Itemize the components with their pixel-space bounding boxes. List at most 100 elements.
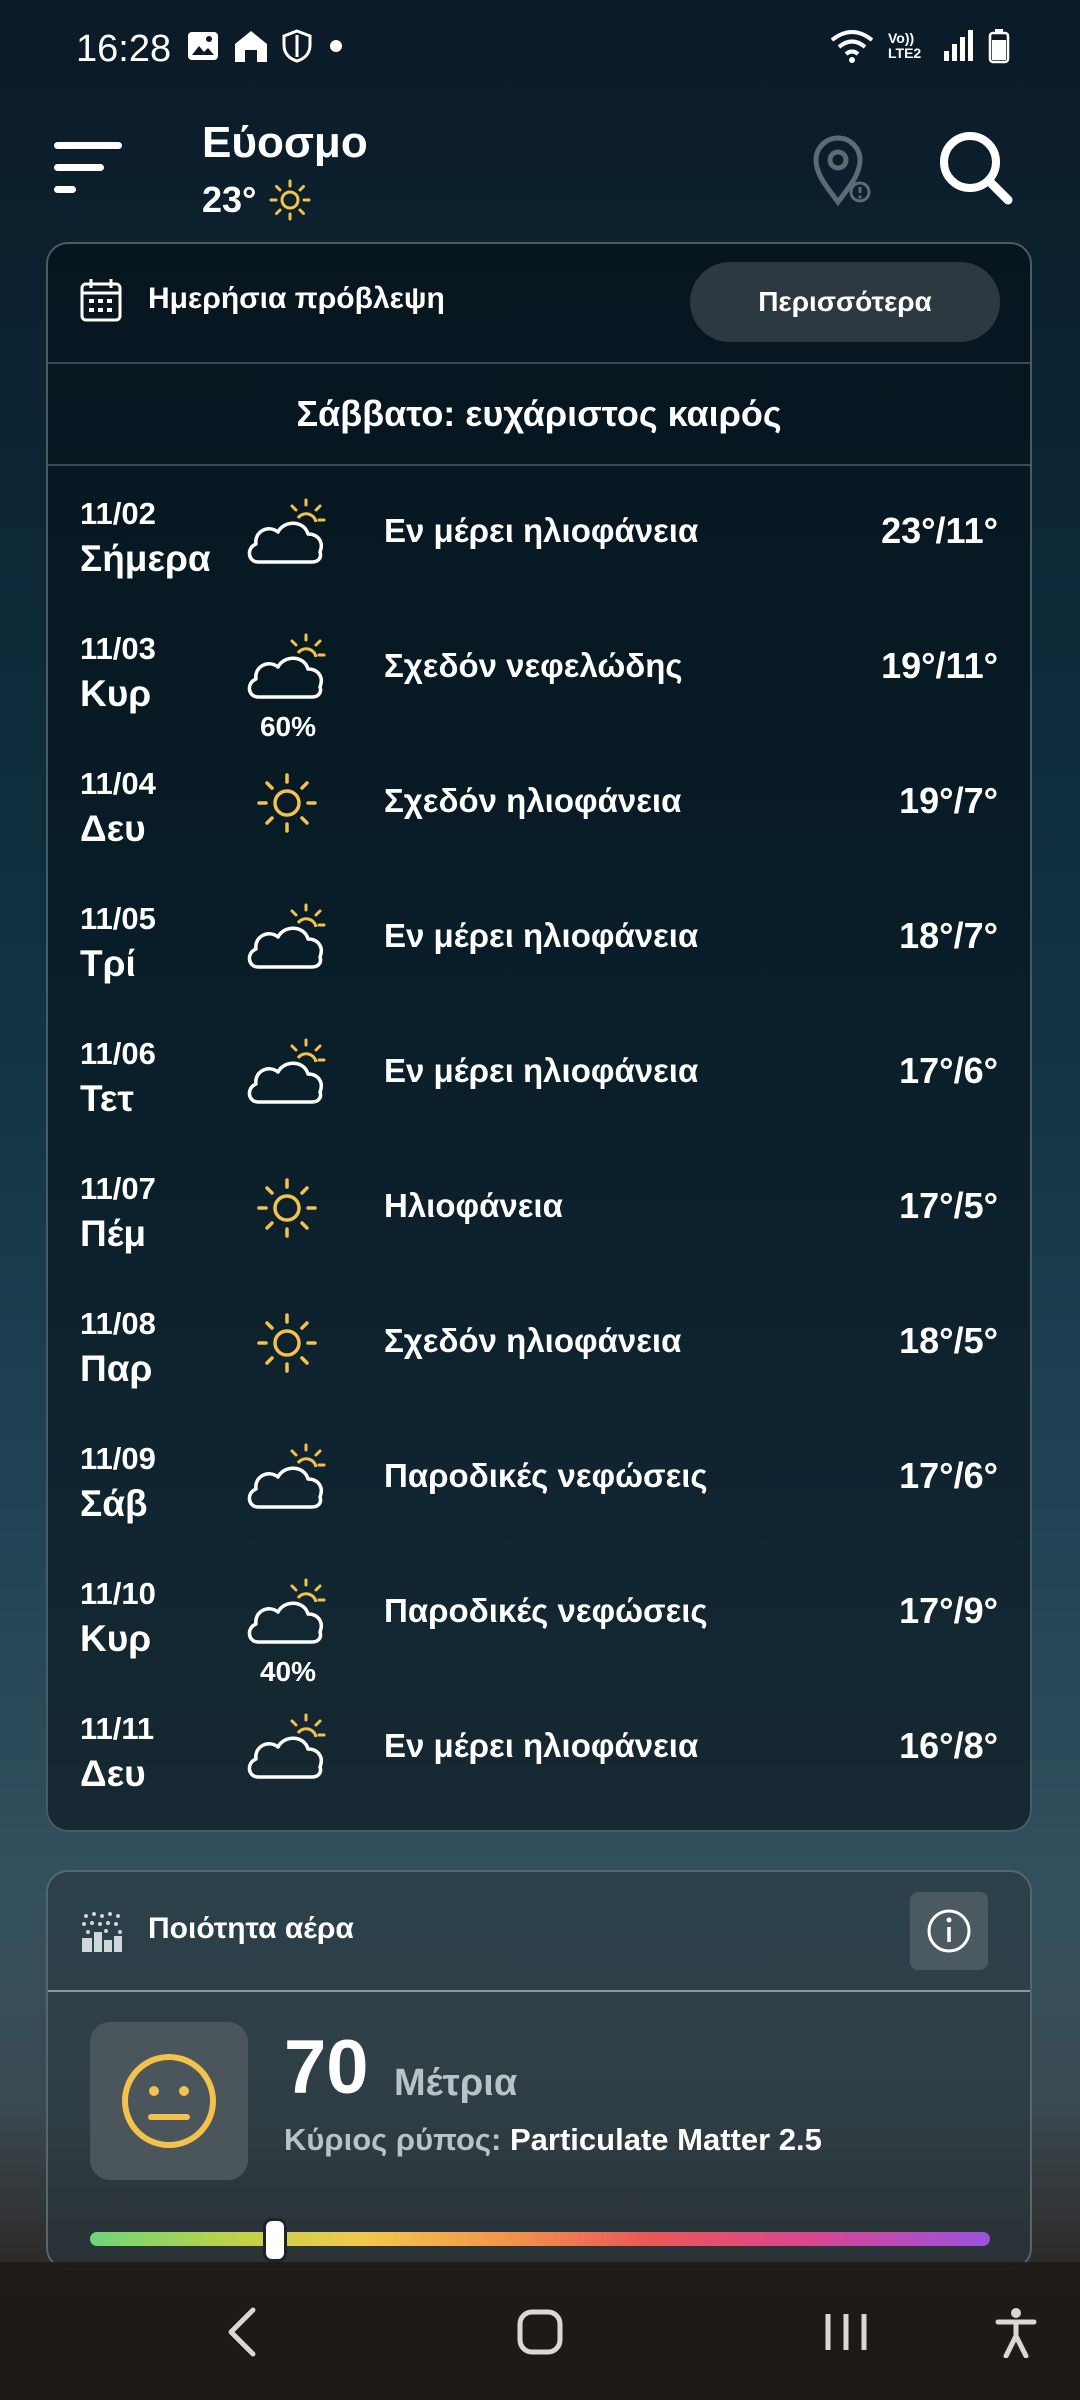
main-pollutant-label: Κύριος ρύπος: bbox=[284, 2122, 502, 2157]
forecast-row[interactable]: 11/03 Κυρ 60% Σχεδόν νεφελώδης 19°/11° bbox=[48, 601, 1030, 742]
forecast-date: 11/07 bbox=[80, 1171, 156, 1206]
shield-icon bbox=[282, 29, 312, 63]
menu-icon bbox=[54, 142, 122, 193]
current-temperature: 23° bbox=[202, 178, 312, 222]
forecast-row[interactable]: 11/04 Δευ Σχεδόν ηλιοφάνεια 19°/7° bbox=[48, 736, 1030, 871]
partly-cloudy-icon bbox=[247, 1713, 326, 1779]
forecast-row[interactable]: 11/09 Σάβ Παροδικές νεφώσεις 17°/6° bbox=[48, 1411, 1030, 1546]
main-pollutant: Κύριος ρύπος: Particulate Matter 2.5 bbox=[284, 2122, 822, 2158]
forecast-weather-icon bbox=[244, 1441, 330, 1515]
recents-button[interactable] bbox=[816, 2302, 876, 2362]
partly-cloudy-icon bbox=[247, 1443, 326, 1509]
more-button[interactable]: Περισσότερα bbox=[690, 262, 1000, 342]
forecast-weather-icon bbox=[244, 496, 330, 570]
forecast-date: 11/04 bbox=[80, 766, 156, 801]
daily-forecast-card: Ημερήσια πρόβλεψη Περισσότερα Σάββατο: ε… bbox=[46, 242, 1032, 1832]
forecast-condition: Σχεδόν ηλιοφάνεια bbox=[384, 1322, 682, 1359]
search-button[interactable] bbox=[936, 128, 1016, 208]
daily-forecast-header: Ημερήσια πρόβλεψη Περισσότερα bbox=[48, 244, 1030, 364]
forecast-row[interactable]: 11/11 Δευ Εν μέρει ηλιοφάνεια 16°/8° bbox=[48, 1681, 1030, 1816]
partly-cloudy-icon bbox=[247, 1038, 326, 1104]
sun-icon bbox=[257, 1178, 317, 1238]
current-temp-value: 23° bbox=[202, 179, 257, 220]
forecast-date: 11/11 bbox=[80, 1711, 155, 1746]
forecast-date: 11/05 bbox=[80, 901, 156, 936]
menu-button[interactable] bbox=[54, 138, 126, 198]
aqi-scale-bar bbox=[90, 2218, 990, 2262]
wifi-icon bbox=[830, 30, 874, 63]
dot-icon bbox=[330, 40, 342, 52]
forecast-date: 11/03 bbox=[80, 631, 156, 666]
air-quality-header: Ποιότητα αέρα bbox=[48, 1872, 1030, 1992]
forecast-weather-icon bbox=[244, 766, 330, 840]
status-bar: 16:28 Vo)) LTE2 bbox=[0, 0, 1080, 100]
forecast-condition: Εν μέρει ηλιοφάνεια bbox=[384, 1052, 699, 1089]
main-pollutant-value: Particulate Matter 2.5 bbox=[510, 2122, 822, 2157]
partly-cloudy-icon bbox=[247, 633, 326, 699]
forecast-day: Σήμερα bbox=[80, 538, 211, 579]
forecast-row[interactable]: 11/05 Τρί Εν μέρει ηλιοφάνεια 18°/7° bbox=[48, 871, 1030, 1006]
forecast-day: Πέμ bbox=[80, 1213, 147, 1254]
accessibility-button[interactable] bbox=[986, 2302, 1046, 2362]
forecast-row[interactable]: 11/07 Πέμ Ηλιοφάνεια 17°/5° bbox=[48, 1141, 1030, 1276]
air-quality-icon bbox=[82, 1912, 122, 1952]
forecast-row[interactable]: 11/08 Παρ Σχεδόν ηλιοφάνεια 18°/5° bbox=[48, 1276, 1030, 1411]
image-icon bbox=[188, 32, 218, 60]
location-button[interactable] bbox=[808, 130, 878, 210]
forecast-day: Κυρ bbox=[80, 673, 152, 714]
daily-forecast-title: Ημερήσια πρόβλεψη bbox=[148, 282, 445, 315]
home-button[interactable] bbox=[510, 2302, 570, 2362]
forecast-condition: Εν μέρει ηλιοφάνεια bbox=[384, 512, 699, 549]
sun-icon bbox=[257, 773, 317, 833]
partly-cloudy-icon bbox=[247, 903, 326, 969]
info-icon bbox=[927, 1909, 971, 1953]
home-nav-icon bbox=[517, 2309, 563, 2355]
navigation-bar bbox=[0, 2262, 1080, 2400]
forecast-temps: 17°/6° bbox=[899, 1455, 998, 1496]
forecast-day: Σάβ bbox=[80, 1483, 148, 1524]
forecast-temps: 19°/7° bbox=[899, 780, 998, 821]
forecast-row[interactable]: 11/02 Σήμερα Εν μέρει ηλιοφάνεια 23°/11° bbox=[48, 466, 1030, 601]
forecast-temps: 23°/11° bbox=[881, 510, 998, 551]
partly-cloudy-icon bbox=[247, 498, 326, 564]
status-right-icons: Vo)) LTE2 bbox=[830, 28, 1010, 64]
forecast-temps: 18°/7° bbox=[899, 915, 998, 956]
forecast-date: 11/06 bbox=[80, 1036, 156, 1071]
forecast-list: 11/02 Σήμερα Εν μέρει ηλιοφάνεια 23°/11° 11/… bbox=[48, 466, 1030, 1816]
volte-icon: Vo)) LTE2 bbox=[888, 30, 922, 61]
forecast-temps: 19°/11° bbox=[881, 645, 998, 686]
forecast-day: Δευ bbox=[80, 1753, 146, 1794]
forecast-condition: Ηλιοφάνεια bbox=[384, 1187, 563, 1224]
forecast-condition: Παροδικές νεφώσεις bbox=[384, 1457, 708, 1494]
back-button[interactable] bbox=[212, 2302, 272, 2362]
forecast-weather-icon bbox=[244, 1036, 330, 1110]
location-pin-icon bbox=[813, 135, 871, 207]
forecast-date: 11/09 bbox=[80, 1441, 156, 1476]
forecast-day: Τετ bbox=[80, 1078, 134, 1119]
aqi-value: 70 bbox=[284, 2025, 369, 2110]
city-name[interactable]: Εύοσμο bbox=[202, 118, 368, 168]
forecast-condition: Σχεδόν νεφελώδης bbox=[384, 647, 683, 684]
back-icon bbox=[228, 2307, 256, 2357]
forecast-weather-icon bbox=[244, 901, 330, 975]
forecast-day: Τρί bbox=[80, 943, 136, 984]
signal-icon bbox=[944, 30, 973, 61]
forecast-row[interactable]: 11/10 Κυρ 40% Παροδικές νεφώσεις 17°/9° bbox=[48, 1546, 1030, 1687]
forecast-temps: 18°/5° bbox=[899, 1320, 998, 1361]
neutral-face-icon bbox=[122, 2054, 216, 2148]
forecast-temps: 16°/8° bbox=[899, 1725, 998, 1766]
forecast-day: Παρ bbox=[80, 1348, 153, 1389]
forecast-weather-icon bbox=[244, 1576, 330, 1650]
status-left-icons bbox=[186, 28, 348, 64]
calendar-icon bbox=[80, 279, 122, 322]
forecast-date: 11/10 bbox=[80, 1576, 156, 1611]
forecast-temps: 17°/6° bbox=[899, 1050, 998, 1091]
forecast-condition: Παροδικές νεφώσεις bbox=[384, 1592, 708, 1629]
forecast-row[interactable]: 11/06 Τετ Εν μέρει ηλιοφάνεια 17°/6° bbox=[48, 1006, 1030, 1141]
forecast-temps: 17°/5° bbox=[899, 1185, 998, 1226]
battery-icon bbox=[988, 29, 1010, 64]
forecast-weather-icon bbox=[244, 1711, 330, 1785]
info-button[interactable] bbox=[910, 1892, 988, 1970]
forecast-condition: Εν μέρει ηλιοφάνεια bbox=[384, 1727, 699, 1764]
aqi-scale-marker bbox=[262, 2218, 287, 2262]
